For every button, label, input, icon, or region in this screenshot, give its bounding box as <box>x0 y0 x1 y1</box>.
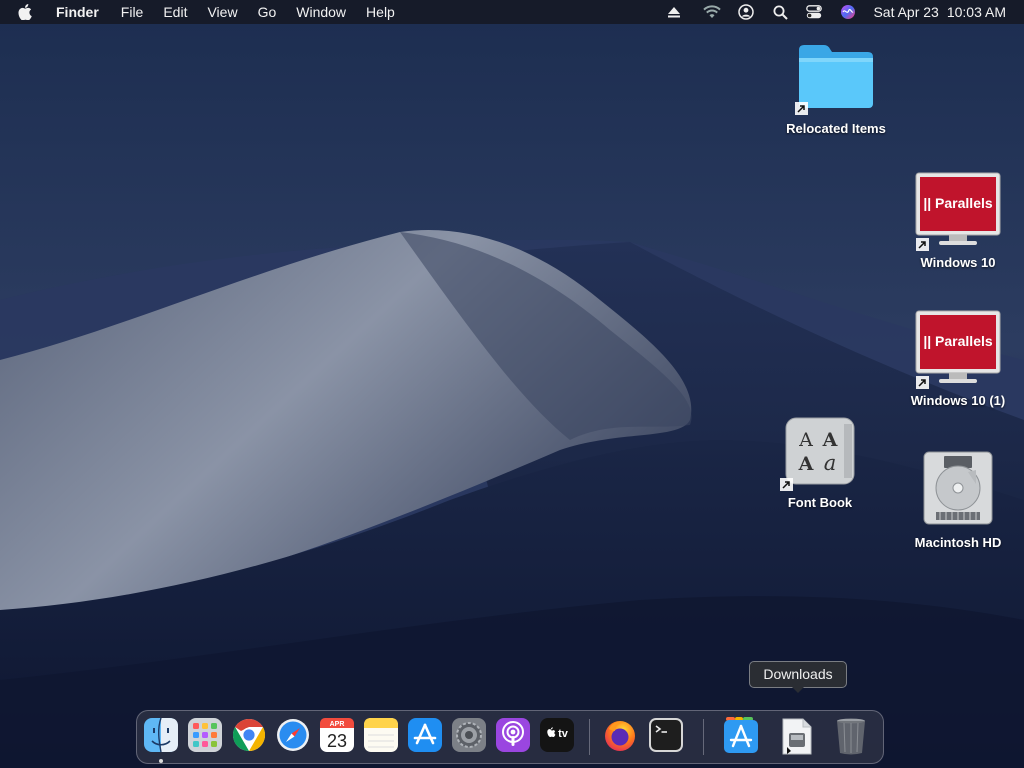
dock: APR 23 tv <box>136 710 884 764</box>
menu-app-finder[interactable]: Finder <box>56 0 99 24</box>
gear-icon <box>452 718 486 752</box>
dock-safari[interactable] <box>275 717 311 755</box>
menu-help[interactable]: Help <box>366 0 395 24</box>
calendar-month: APR <box>330 721 345 728</box>
applications-folder-icon <box>724 717 758 753</box>
apple-tv-icon: tv <box>540 718 574 752</box>
menu-window[interactable]: Window <box>296 0 346 24</box>
finder-icon <box>144 717 178 753</box>
dock-downloads[interactable] <box>779 717 815 755</box>
menubar-clock[interactable]: Sat Apr 23 10:03 AM <box>873 4 1006 20</box>
dock-chrome[interactable] <box>231 717 267 755</box>
apple-logo-icon[interactable] <box>18 4 40 20</box>
alias-arrow-icon <box>916 376 929 389</box>
calendar-icon: APR 23 <box>320 718 354 752</box>
dock-app-store[interactable] <box>407 717 443 755</box>
trash-icon <box>837 718 865 755</box>
desktop-icon-label: Macintosh HD <box>914 535 1002 550</box>
notes-icon <box>364 718 398 752</box>
clock-time: 10:03 AM <box>946 4 1006 20</box>
alias-arrow-icon <box>916 238 929 251</box>
folder-icon <box>799 45 873 108</box>
tv-label: tv <box>558 728 569 740</box>
font-book-icon: A A A a <box>785 417 855 485</box>
launchpad-icon <box>188 718 222 752</box>
fontbook-glyph: A <box>798 453 814 475</box>
siri-icon[interactable] <box>839 3 857 21</box>
control-center-icon[interactable] <box>805 3 823 21</box>
desktop[interactable]: Finder File Edit View Go Window Help Sat… <box>0 0 1024 768</box>
desktop-icon-label: Relocated Items <box>786 121 886 136</box>
dock-trash[interactable] <box>833 717 869 755</box>
safari-icon <box>277 719 309 751</box>
parallels-vm-icon: || Parallels <box>915 172 1001 245</box>
desktop-icon-macintosh-hd[interactable]: Macintosh HD <box>904 450 1012 550</box>
dock-launchpad[interactable] <box>187 717 223 755</box>
dock-calendar[interactable]: APR 23 <box>319 717 355 755</box>
desktop-icon-font-book[interactable]: A A A a Font Book <box>770 416 870 510</box>
dock-separator <box>589 719 590 755</box>
hard-drive-icon <box>923 451 993 525</box>
chrome-icon <box>232 718 266 752</box>
running-indicator <box>159 759 163 763</box>
fontbook-glyph: a <box>824 451 837 475</box>
desktop-icon-label: Windows 10 (1) <box>910 393 1006 408</box>
dock-notes[interactable] <box>363 717 399 755</box>
parallels-vm-icon: || Parallels <box>915 310 1001 383</box>
dock-system-preferences[interactable] <box>451 717 487 755</box>
parallels-brand-text: || Parallels <box>923 333 993 349</box>
desktop-icon-label: Windows 10 <box>920 255 996 270</box>
search-icon[interactable] <box>771 3 789 21</box>
user-icon[interactable] <box>737 3 755 21</box>
menu-edit[interactable]: Edit <box>163 0 187 24</box>
eject-icon[interactable] <box>665 3 683 21</box>
menu-bar: Finder File Edit View Go Window Help Sat… <box>0 0 1024 24</box>
dock-tv[interactable]: tv <box>539 717 575 755</box>
alias-arrow-icon <box>795 102 808 115</box>
dock-tooltip: Downloads <box>749 661 847 693</box>
downloads-stack-icon <box>782 718 812 755</box>
dock-finder[interactable] <box>143 717 179 763</box>
dock-podcasts[interactable] <box>495 717 531 755</box>
dock-firefox[interactable] <box>602 717 638 755</box>
desktop-icon-windows-10-1[interactable]: || Parallels Windows 10 (1) <box>900 310 1016 408</box>
menu-go[interactable]: Go <box>258 0 277 24</box>
terminal-icon <box>649 718 683 752</box>
app-store-icon <box>408 718 442 752</box>
desktop-icon-label: Font Book <box>787 495 853 510</box>
wifi-icon[interactable] <box>703 3 722 21</box>
desktop-icon-relocated-items[interactable]: Relocated Items <box>776 40 896 136</box>
fontbook-glyph: A <box>822 429 838 451</box>
dock-separator <box>703 719 704 755</box>
firefox-icon <box>605 721 635 751</box>
podcasts-icon <box>496 718 530 752</box>
desktop-icon-windows-10[interactable]: || Parallels Windows 10 <box>900 172 1016 270</box>
menu-file[interactable]: File <box>121 0 144 24</box>
alias-arrow-icon <box>780 478 793 491</box>
parallels-brand-text: || Parallels <box>923 195 993 211</box>
dock-terminal[interactable] <box>648 717 684 755</box>
calendar-day: 23 <box>327 731 347 751</box>
dock-applications-folder[interactable] <box>723 717 759 755</box>
clock-date: Sat Apr 23 <box>873 4 939 20</box>
fontbook-glyph: A <box>798 429 813 451</box>
menu-view[interactable]: View <box>207 0 237 24</box>
